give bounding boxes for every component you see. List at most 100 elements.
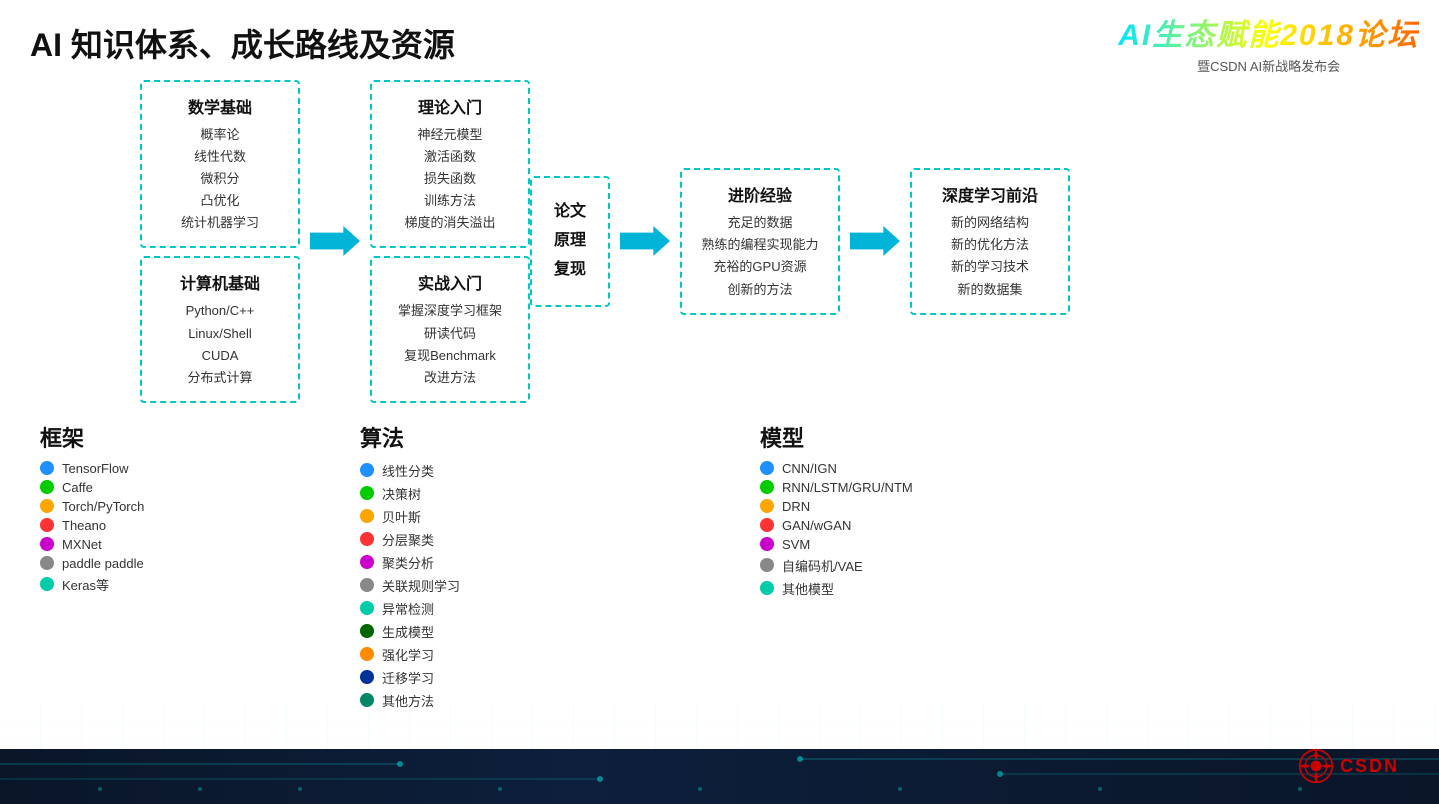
practice-box: 实战入门 掌握深度学习框架 研读代码 复现Benchmark 改进方法	[370, 256, 530, 402]
theory-box: 理论入门 神经元模型 激活函数 损失函数 训练方法 梯度的消失溢出	[370, 80, 530, 248]
legend-dot	[360, 647, 374, 661]
arrow2	[610, 221, 680, 261]
legend-dot	[360, 624, 374, 638]
page-title: AI 知识体系、成长路线及资源	[30, 20, 455, 66]
frameworks-category: 框架	[40, 421, 280, 453]
list-item: MXNet	[40, 537, 280, 552]
list-item: Theano	[40, 518, 280, 533]
legend-label: Theano	[62, 518, 106, 533]
legend-label: 其他模型	[782, 579, 834, 598]
legend-label: 异常检测	[382, 599, 434, 618]
legend-dot	[360, 670, 374, 684]
legend-label: 强化学习	[382, 645, 434, 664]
frontier-items: 新的网络结构 新的优化方法 新的学习技术 新的数据集	[930, 212, 1050, 300]
list-item: 强化学习	[360, 645, 560, 664]
advanced-box: 进阶经验 充足的数据 熟练的编程实现能力 充裕的GPU资源 创新的方法	[680, 168, 840, 314]
legend-models: 模型 CNN/IGN RNN/LSTM/GRU/NTM DRN GAN/wGAN SVM…	[760, 421, 1040, 710]
column1-boxes: 数学基础 概率论 线性代数 微积分 凸优化 统计机器学习 计算机基础 Pytho…	[140, 80, 300, 403]
theory-items: 神经元模型 激活函数 损失函数 训练方法 梯度的消失溢出	[390, 124, 510, 234]
legend-label: Caffe	[62, 480, 93, 495]
bottom-csdn-logo: CSDN	[1298, 748, 1399, 784]
list-item: Torch/PyTorch	[40, 499, 280, 514]
legend-dot	[360, 693, 374, 707]
legend-label: paddle paddle	[62, 556, 144, 571]
list-item: 其他模型	[760, 579, 1040, 598]
list-item: 线性分类	[360, 461, 560, 480]
legend-dot	[760, 499, 774, 513]
list-item: Keras等	[40, 575, 280, 594]
legend-label: GAN/wGAN	[782, 518, 851, 533]
legend-dot	[40, 537, 54, 551]
legend-label: CNN/IGN	[782, 461, 837, 476]
list-item: 决策树	[360, 484, 560, 503]
flow-section: 数学基础 概率论 线性代数 微积分 凸优化 统计机器学习 计算机基础 Pytho…	[140, 80, 1419, 403]
list-item: 聚类分析	[360, 553, 560, 572]
logo-sub-text: 暨CSDN AI新战略发布会	[1118, 56, 1419, 75]
legend-label: 其他方法	[382, 691, 434, 710]
list-item: 迁移学习	[360, 668, 560, 687]
math-items: 概率论 线性代数 微积分 凸优化 统计机器学习	[160, 124, 280, 234]
list-item: 分层聚类	[360, 530, 560, 549]
legend-dot	[360, 509, 374, 523]
legend-dot	[40, 461, 54, 475]
arrow3	[840, 221, 910, 261]
legend-label: 关联规则学习	[382, 576, 460, 595]
advanced-title: 进阶经验	[700, 182, 820, 206]
legend-frameworks: 框架 TensorFlow Caffe Torch/PyTorch Theano MXN…	[40, 421, 280, 710]
list-item: TensorFlow	[40, 461, 280, 476]
legend-dot	[760, 480, 774, 494]
list-item: CNN/IGN	[760, 461, 1040, 476]
algorithms-category: 算法	[360, 421, 560, 453]
legend-label: RNN/LSTM/GRU/NTM	[782, 480, 913, 495]
legend-dot	[360, 555, 374, 569]
legend-section: 框架 TensorFlow Caffe Torch/PyTorch Theano MXN…	[40, 421, 1419, 710]
legend-dot	[760, 558, 774, 572]
legend-dot	[360, 463, 374, 477]
list-item: paddle paddle	[40, 556, 280, 571]
list-item: DRN	[760, 499, 1040, 514]
legend-dot	[760, 581, 774, 595]
list-item: 贝叶斯	[360, 507, 560, 526]
tech-lines	[0, 749, 1439, 804]
math-box: 数学基础 概率论 线性代数 微积分 凸优化 统计机器学习	[140, 80, 300, 248]
math-title: 数学基础	[160, 94, 280, 118]
legend-label: TensorFlow	[62, 461, 128, 476]
models-category: 模型	[760, 421, 1040, 453]
top-right-logo: AI生态赋能2018论坛 暨CSDN AI新战略发布会	[1118, 10, 1419, 75]
legend-label: MXNet	[62, 537, 102, 552]
list-item: 生成模型	[360, 622, 560, 641]
legend-label: 分层聚类	[382, 530, 434, 549]
legend-dot	[360, 486, 374, 500]
paper-box: 论文 原理 复现	[530, 176, 610, 306]
frameworks-items: TensorFlow Caffe Torch/PyTorch Theano MXNet p…	[40, 461, 280, 594]
legend-label: 决策树	[382, 484, 421, 503]
legend-label: 迁移学习	[382, 668, 434, 687]
csdn-icon	[1298, 748, 1334, 784]
frontier-box: 深度学习前沿 新的网络结构 新的优化方法 新的学习技术 新的数据集	[910, 168, 1070, 314]
computer-box: 计算机基础 Python/C++ Linux/Shell CUDA 分布式计算	[140, 256, 300, 402]
main-content: 数学基础 概率论 线性代数 微积分 凸优化 统计机器学习 计算机基础 Pytho…	[20, 70, 1419, 724]
legend-dot	[40, 499, 54, 513]
legend-label: DRN	[782, 499, 810, 514]
frontier-title: 深度学习前沿	[930, 182, 1050, 206]
paper-line1: 论文	[546, 198, 594, 227]
paper-line2: 原理	[546, 227, 594, 256]
theory-title: 理论入门	[390, 94, 510, 118]
paper-line3: 复现	[546, 256, 594, 285]
legend-label: 自编码机/VAE	[782, 556, 863, 575]
algorithms-items: 线性分类决策树贝叶斯分层聚类聚类分析关联规则学习异常检测生成模型强化学习迁移学习…	[360, 461, 560, 710]
legend-label: Keras等	[62, 575, 109, 594]
legend-dot	[760, 518, 774, 532]
logo-main-text: AI生态赋能2018论坛	[1118, 10, 1419, 54]
legend-label: SVM	[782, 537, 810, 552]
legend-label: 生成模型	[382, 622, 434, 641]
practice-title: 实战入门	[390, 270, 510, 294]
legend-dot	[360, 532, 374, 546]
list-item: RNN/LSTM/GRU/NTM	[760, 480, 1040, 495]
list-item: Caffe	[40, 480, 280, 495]
list-item: 关联规则学习	[360, 576, 560, 595]
list-item: GAN/wGAN	[760, 518, 1040, 533]
legend-dot	[360, 601, 374, 615]
legend-label: Torch/PyTorch	[62, 499, 144, 514]
legend-dot	[760, 537, 774, 551]
